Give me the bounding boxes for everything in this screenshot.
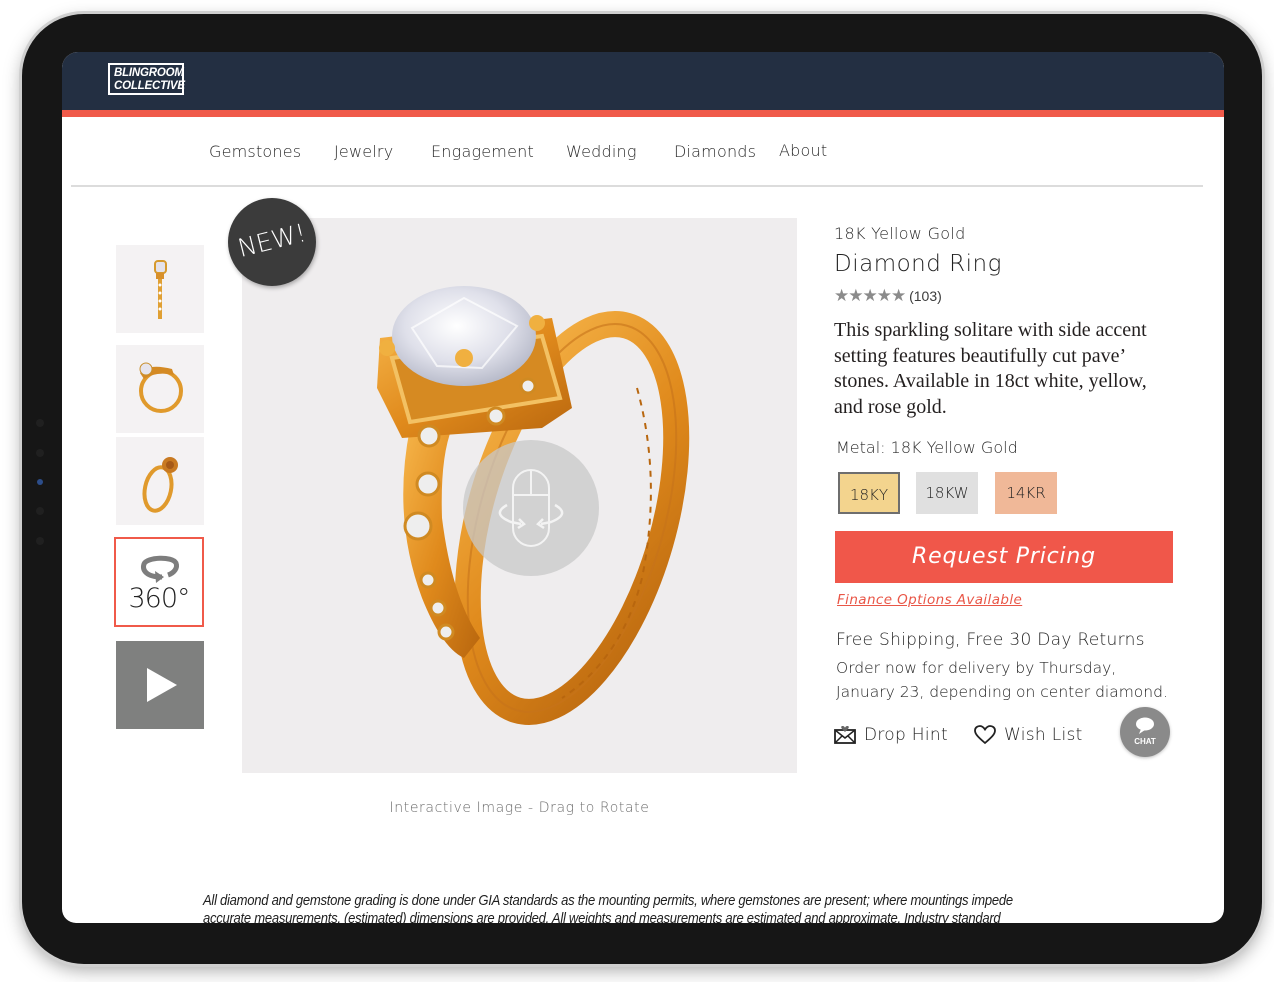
tablet-side-sensors [36, 419, 44, 567]
metal-option-14kr[interactable]: 14KR [995, 472, 1057, 514]
site-header: BLINGROOM COLLECTIVE [62, 52, 1224, 110]
ring-angled-view-icon [142, 457, 178, 513]
new-badge: NEW! [228, 198, 316, 286]
nav-item-diamonds[interactable]: Diamonds [674, 142, 756, 161]
wish-list-button[interactable]: Wish List [974, 725, 1083, 745]
review-count: (103) [909, 288, 942, 304]
ring-profile-view-icon [139, 362, 183, 413]
metal-option-18ky[interactable]: 18KY [838, 472, 900, 514]
logo-line-1: BLINGROOM [114, 67, 184, 79]
product-rating[interactable]: ★★★★★ (103) [834, 286, 942, 306]
thumbnail-angled-view[interactable] [116, 437, 204, 525]
thumbnail-profile-view[interactable] [116, 345, 204, 433]
play-icon [147, 668, 177, 702]
shipping-info: Free Shipping, Free 30 Day Returns [836, 630, 1145, 650]
wish-list-label: Wish List [1004, 725, 1083, 745]
new-badge-label: NEW! [234, 218, 310, 263]
thumbnail-360-view[interactable]: 360° [114, 537, 204, 627]
nav-item-jewelry[interactable]: Jewelry [334, 142, 393, 161]
screen: BLINGROOM COLLECTIVE Gemstones Jewelry E… [62, 52, 1224, 923]
product-image-viewer[interactable] [242, 218, 797, 773]
grading-disclaimer: All diamond and gemstone grading is done… [203, 893, 1013, 923]
brand-logo[interactable]: BLINGROOM COLLECTIVE [108, 63, 185, 95]
main-nav: Gemstones Jewelry Engagement Wedding Dia… [62, 141, 1224, 162]
rotate-360-icon [141, 555, 179, 583]
drag-rotate-hint[interactable] [463, 440, 599, 576]
rating-stars-icon: ★★★★★ [834, 286, 906, 305]
product-description: This sparkling solitare with side accent… [834, 319, 1147, 418]
view-360-label: 360° [128, 583, 190, 614]
envelope-heart-icon [834, 726, 856, 744]
image-caption: Interactive Image - Drag to Rotate [389, 800, 650, 816]
chat-bubble-icon [1136, 717, 1154, 734]
drop-hint-label: Drop Hint [864, 725, 948, 745]
thumbnail-side-view[interactable] [116, 245, 204, 333]
nav-item-gemstones[interactable]: Gemstones [209, 142, 301, 161]
finance-options-link[interactable]: Finance Options Available [837, 592, 1022, 608]
delivery-info: Order now for delivery by Thursday, Janu… [836, 659, 1168, 701]
request-pricing-button[interactable]: Request Pricing [835, 531, 1173, 583]
metal-option-18kw[interactable]: 18KW [916, 472, 978, 514]
nav-item-engagement[interactable]: Engagement [431, 142, 534, 161]
metal-label: Metal: 18K Yellow Gold [836, 438, 1018, 457]
chat-label: CHAT [1134, 737, 1156, 746]
logo-line-2: COLLECTIVE [114, 80, 185, 92]
mouse-rotate-icon [498, 469, 564, 547]
drop-hint-button[interactable]: Drop Hint [834, 725, 948, 745]
nav-divider [71, 185, 1203, 187]
product-subtitle: 18K Yellow Gold [834, 224, 966, 243]
heart-icon [974, 725, 996, 745]
nav-item-about[interactable]: About [779, 141, 827, 160]
accent-stripe [62, 110, 1224, 117]
chat-button[interactable]: CHAT [1120, 707, 1170, 757]
nav-item-wedding[interactable]: Wedding [566, 142, 637, 161]
ring-side-view-icon [154, 260, 167, 319]
product-title: Diamond Ring [834, 251, 1002, 277]
thumbnail-video[interactable] [116, 641, 204, 729]
